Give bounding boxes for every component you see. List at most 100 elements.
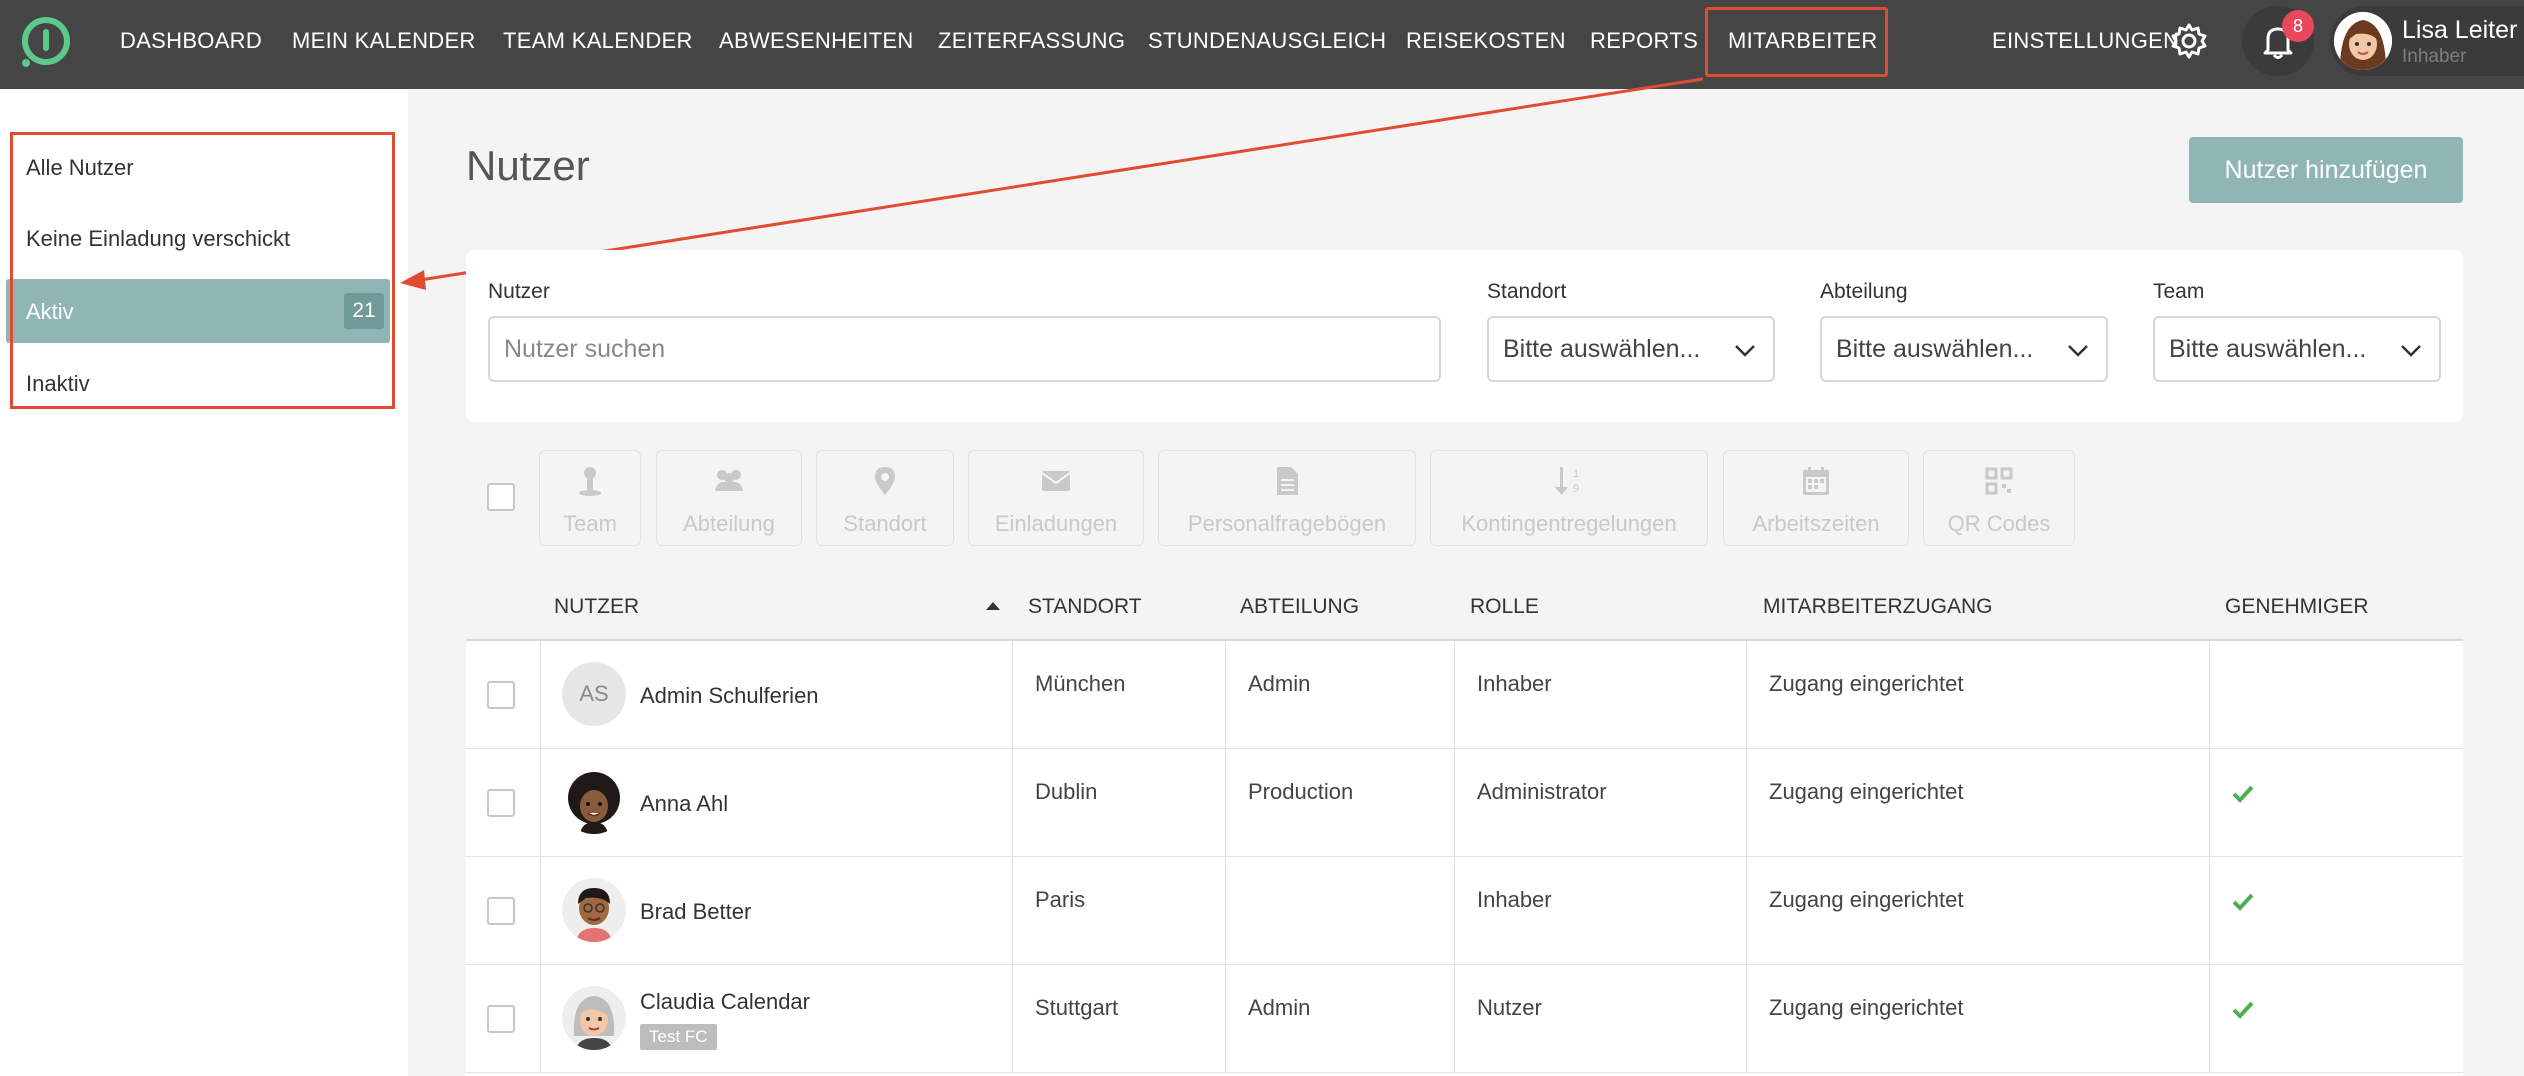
nav-abwesenheiten[interactable]: ABWESENHEITEN — [719, 0, 914, 82]
user-name[interactable]: Claudia Calendar — [640, 989, 810, 1015]
gear-icon[interactable] — [2170, 22, 2208, 60]
avatar — [562, 770, 626, 834]
nav-reports[interactable]: REPORTS — [1590, 0, 1698, 82]
cell-location: Stuttgart — [1035, 995, 1119, 1020]
bulk-action-label: Abteilung — [683, 511, 775, 536]
approver-check-icon — [2232, 1001, 2254, 1019]
column-header-genehmiger[interactable]: GENEHMIGER — [2225, 595, 2369, 619]
notifications-button[interactable]: 8 — [2242, 6, 2314, 76]
cell-role: Inhaber — [1477, 887, 1552, 912]
map-marker-icon — [875, 467, 895, 495]
cell-role: Inhaber — [1477, 671, 1552, 696]
nav-team-kalender[interactable]: TEAM KALENDER — [503, 0, 693, 82]
avatar — [2334, 12, 2392, 70]
bulk-department-button[interactable]: Abteilung — [656, 450, 802, 546]
nav-mein-kalender[interactable]: MEIN KALENDER — [292, 0, 476, 82]
avatar — [562, 986, 626, 1050]
nav-dashboard[interactable]: DASHBOARD — [120, 0, 262, 82]
bulk-team-button[interactable]: Team — [539, 450, 641, 546]
top-navigation: DASHBOARD MEIN KALENDER TEAM KALENDER AB… — [0, 0, 2524, 89]
nav-reisekosten[interactable]: REISEKOSTEN — [1406, 0, 1566, 82]
bulk-action-label: Personalfragebögen — [1187, 511, 1387, 536]
cell-department: Admin — [1248, 671, 1311, 696]
row-checkbox[interactable] — [487, 1005, 515, 1033]
bulk-invitations-button[interactable]: Einladungen — [968, 450, 1144, 546]
cell-access: Zugang eingerichtet — [1769, 995, 1964, 1020]
annotation-highlight-sidebar — [10, 132, 395, 409]
cell-role: Administrator — [1477, 779, 1607, 804]
chevron-down-icon — [1735, 345, 1755, 357]
cell-department: Production — [1248, 779, 1354, 804]
calendar-icon — [1803, 467, 1829, 495]
column-header-rolle[interactable]: ROLLE — [1470, 595, 1539, 619]
sidebar: Alle Nutzer Keine Einladung verschickt A… — [0, 89, 408, 1076]
bulk-action-label: Arbeitszeiten — [1752, 511, 1880, 536]
row-checkbox[interactable] — [487, 789, 515, 817]
avatar: AS — [562, 662, 626, 726]
add-user-button[interactable]: Nutzer hinzufügen — [2189, 137, 2463, 203]
bulk-action-label: Team — [563, 511, 617, 536]
sort-numeric-icon: 19 — [1555, 467, 1579, 495]
table-header: NUTZER STANDORT ABTEILUNG ROLLE MITARBEI… — [466, 573, 2463, 641]
svg-text:9: 9 — [1573, 483, 1579, 495]
bulk-questionnaires-button[interactable]: Personalfragebögen — [1158, 450, 1416, 546]
department-select-value: Bitte auswählen... — [1836, 335, 2034, 363]
row-checkbox[interactable] — [487, 681, 515, 709]
bulk-action-label: QR Codes — [1947, 511, 2051, 536]
column-header-nutzer[interactable]: NUTZER — [554, 595, 639, 619]
chevron-down-icon — [2401, 345, 2421, 357]
table-row[interactable]: Brad Better Paris Inhaber Zugang eingeri… — [466, 857, 2463, 965]
nav-stundenausgleich[interactable]: STUNDENAUSGLEICH — [1148, 0, 1386, 82]
user-name[interactable]: Anna Ahl — [640, 791, 728, 817]
bulk-action-label: Standort — [843, 511, 927, 536]
cell-location: Paris — [1035, 887, 1086, 912]
search-input[interactable]: Nutzer suchen — [488, 316, 1441, 382]
users-table: NUTZER STANDORT ABTEILUNG ROLLE MITARBEI… — [466, 573, 2463, 1076]
user-name[interactable]: Admin Schulferien — [640, 683, 819, 709]
location-select-value: Bitte auswählen... — [1503, 335, 1701, 363]
bulk-working-hours-button[interactable]: Arbeitszeiten — [1723, 450, 1909, 546]
table-row[interactable]: Claudia Calendar Test FC Stuttgart Admin… — [466, 965, 2463, 1073]
qr-code-icon — [1985, 467, 2013, 495]
row-checkbox[interactable] — [487, 897, 515, 925]
user-filter-label: Nutzer — [488, 280, 550, 303]
cell-department: Admin — [1248, 995, 1311, 1020]
user-menu[interactable]: Lisa Leiter Inhaber — [2330, 6, 2524, 76]
person-pin-icon — [579, 467, 601, 496]
cell-role: Nutzer — [1477, 995, 1542, 1020]
approver-check-icon — [2232, 893, 2254, 911]
bulk-action-label: Kontingentregelungen — [1461, 511, 1677, 536]
department-select[interactable]: Bitte auswählen... — [1820, 316, 2108, 382]
nav-zeiterfassung[interactable]: ZEITERFASSUNG — [938, 0, 1125, 82]
column-header-mitarbeiterzugang[interactable]: MITARBEITERZUGANG — [1763, 595, 1992, 619]
column-header-standort[interactable]: STANDORT — [1028, 595, 1142, 619]
team-select-value: Bitte auswählen... — [2169, 335, 2367, 363]
cell-location: München — [1035, 671, 1126, 696]
team-filter-label: Team — [2153, 280, 2205, 303]
team-select[interactable]: Bitte auswählen... — [2153, 316, 2441, 382]
user-name: Lisa Leiter — [2402, 16, 2518, 44]
avatar — [562, 878, 626, 942]
bulk-qr-codes-button[interactable]: QR Codes — [1923, 450, 2075, 546]
table-row[interactable]: Anna Ahl Dublin Production Administrator… — [466, 749, 2463, 857]
page-title: Nutzer — [466, 142, 590, 189]
users-icon — [715, 470, 743, 491]
select-all-checkbox[interactable] — [487, 483, 515, 511]
cell-location: Dublin — [1035, 779, 1098, 804]
location-select[interactable]: Bitte auswählen... — [1487, 316, 1775, 382]
cell-access: Zugang eingerichtet — [1769, 671, 1964, 696]
annotation-highlight-nav — [1705, 7, 1888, 77]
nav-einstellungen[interactable]: EINSTELLUNGEN — [1992, 0, 2179, 82]
app-logo-icon[interactable] — [18, 15, 72, 69]
table-row[interactable]: AS Admin Schulferien München Admin Inhab… — [466, 641, 2463, 749]
user-name[interactable]: Brad Better — [640, 899, 751, 925]
column-header-abteilung[interactable]: ABTEILUNG — [1240, 595, 1359, 619]
sort-ascending-icon[interactable] — [986, 602, 1000, 610]
notification-count-badge: 8 — [2282, 10, 2314, 42]
approver-check-icon — [2232, 785, 2254, 803]
user-tag: Test FC — [640, 1024, 717, 1050]
document-icon — [1277, 467, 1298, 495]
bulk-quota-button[interactable]: 19 Kontingentregelungen — [1430, 450, 1708, 546]
bulk-action-label: Einladungen — [994, 511, 1118, 536]
bulk-location-button[interactable]: Standort — [816, 450, 954, 546]
